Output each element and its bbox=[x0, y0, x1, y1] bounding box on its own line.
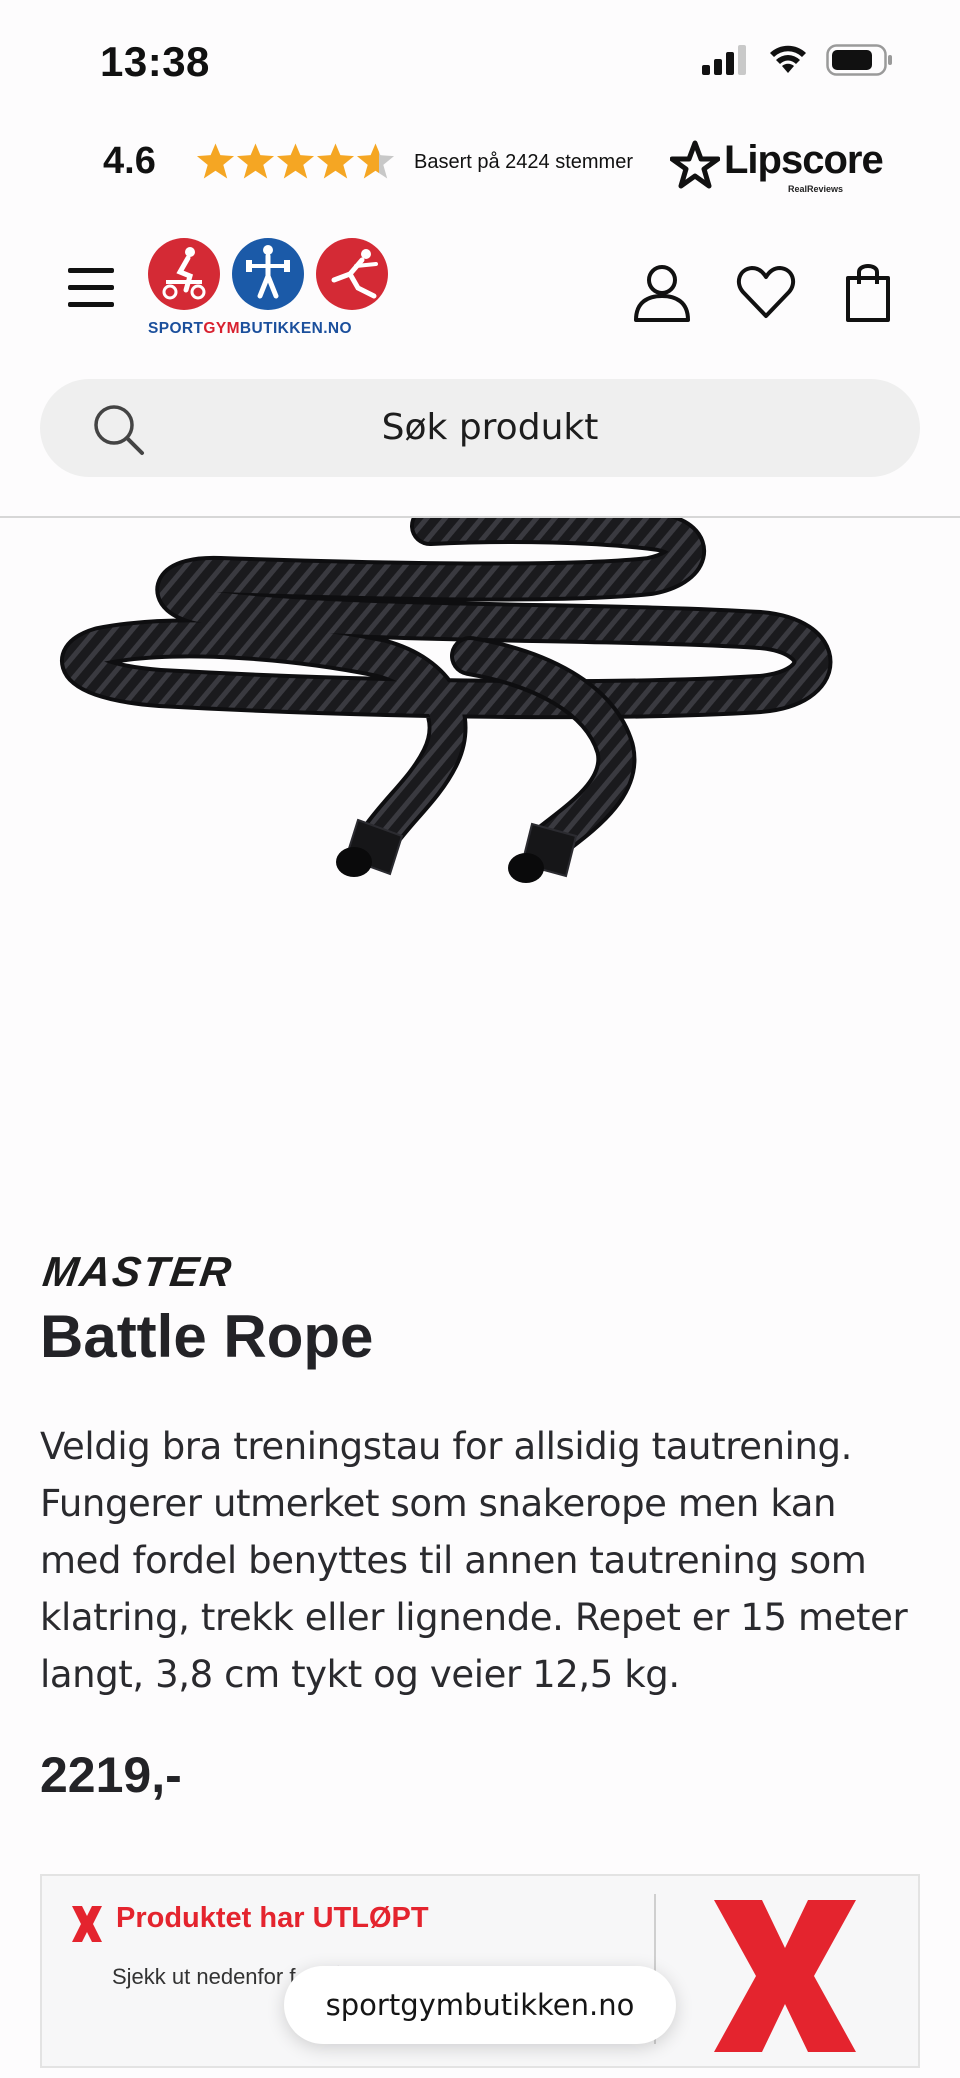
product-price: 2219,- bbox=[40, 1747, 182, 1803]
shopping-bag-icon bbox=[846, 264, 890, 322]
site-header: SPORTGYMBUTIKKEN.NO bbox=[0, 222, 960, 352]
lipscore-subtext: RealReviews bbox=[788, 184, 844, 194]
votes-text: Basert på 2424 stemmer bbox=[414, 151, 633, 173]
account-button[interactable] bbox=[630, 260, 694, 324]
product-image[interactable] bbox=[40, 504, 920, 1018]
brand-logo-graphic bbox=[148, 238, 388, 310]
status-time: 13:38 bbox=[100, 38, 210, 85]
rating-star-icon bbox=[236, 143, 275, 179]
battle-rope-image bbox=[60, 504, 833, 883]
expired-x-icon bbox=[72, 1906, 102, 1942]
browser-url-bar[interactable]: sportgymbutikken.no bbox=[284, 1966, 676, 2044]
rating-stars bbox=[196, 142, 395, 180]
search-input[interactable]: Søk produkt bbox=[40, 379, 920, 477]
cellular-signal-icon bbox=[702, 45, 746, 75]
battery-icon bbox=[826, 44, 892, 76]
wishlist-button[interactable] bbox=[734, 260, 798, 324]
product-description: Veldig bra treningstau for allsidig taut… bbox=[40, 1425, 908, 1696]
lipscore-logo: Lipscore RealReviews bbox=[670, 132, 884, 198]
status-bar: 13:38 bbox=[0, 0, 960, 120]
menu-button[interactable] bbox=[60, 262, 122, 314]
wifi-icon bbox=[770, 45, 806, 73]
lipscore-wordmark: Lipscore bbox=[724, 138, 884, 182]
product-title: Battle Rope bbox=[40, 1303, 374, 1370]
lipscore-star-icon bbox=[670, 140, 720, 189]
product-brand[interactable]: MASTER bbox=[40, 1248, 236, 1296]
brand-name-part2: GYM bbox=[203, 320, 240, 337]
expired-large-x-icon bbox=[714, 1900, 856, 2052]
brand-logo[interactable]: SPORTGYMBUTIKKEN.NO bbox=[144, 236, 394, 344]
expired-banner-title: Produktet har UTLØPT bbox=[116, 1902, 429, 1934]
heart-icon bbox=[736, 266, 796, 318]
lipscore-rating-bar[interactable]: 4.6 Basert på 2424 stemmer Lipscore Real… bbox=[0, 120, 960, 210]
rating-star-icon bbox=[276, 143, 315, 179]
rating-value: 4.6 bbox=[103, 140, 156, 182]
brand-name-part1: SPORT bbox=[148, 320, 204, 337]
account-icon bbox=[634, 265, 690, 322]
brand-name: SPORTGYMBUTIKKEN.NO bbox=[148, 320, 352, 338]
menu-icon bbox=[68, 268, 114, 307]
browser-url-text: sportgymbutikken.no bbox=[325, 1988, 635, 2022]
brand-name-part3: BUTIKKEN.NO bbox=[239, 320, 352, 337]
rating-star-icon bbox=[356, 143, 395, 179]
cart-button[interactable] bbox=[836, 260, 900, 324]
rating-star-icon bbox=[196, 143, 235, 179]
search-placeholder: Søk produkt bbox=[381, 407, 599, 448]
status-icons bbox=[702, 44, 894, 76]
rating-star-icon bbox=[316, 143, 355, 179]
